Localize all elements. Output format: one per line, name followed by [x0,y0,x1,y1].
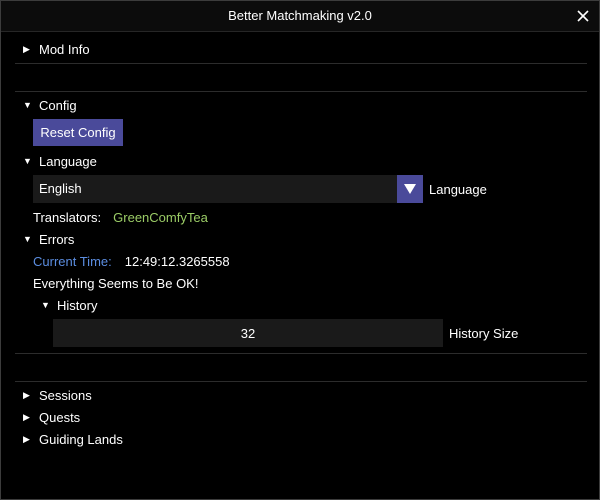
tree-node-language[interactable]: ▼ Language [23,151,97,171]
triangle-down-icon: ▼ [23,100,32,110]
current-time-label: Current Time: [33,253,112,269]
triangle-right-icon: ▶ [23,43,30,54]
error-status-text: Everything Seems to Be OK! [33,275,199,291]
tree-node-label: Guiding Lands [39,431,123,447]
error-status-row: Everything Seems to Be OK! [33,273,198,293]
translators-row: Translators: GreenComfyTea [33,207,208,227]
tree-node-label: History [57,297,98,313]
language-select[interactable]: English [33,175,423,203]
separator [15,63,587,64]
tree-node-guiding-lands[interactable]: ▶ Guiding Lands [23,429,123,449]
tree-node-label: Config [39,97,77,113]
title-bar[interactable]: Better Matchmaking v2.0 [1,1,599,32]
triangle-down-icon: ▼ [41,300,50,310]
dropdown-arrow-button[interactable] [397,175,423,203]
translators-value: GreenComfyTea [113,209,208,225]
tree-node-config[interactable]: ▼ Config [23,95,77,115]
history-size-slider[interactable]: 32 [53,319,443,347]
triangle-down-icon: ▼ [23,156,32,166]
mod-window: Better Matchmaking v2.0 ▶ Mod Info ▼ Con… [0,0,600,500]
tree-node-label: Language [39,153,97,169]
history-size-value: 32 [240,326,256,341]
triangle-right-icon: ▶ [23,411,30,422]
tree-node-label: Quests [39,409,81,425]
tree-node-label: Sessions [39,387,92,403]
window-title: Better Matchmaking v2.0 [228,8,372,23]
tree-node-errors[interactable]: ▼ Errors [23,229,74,249]
tree-node-sessions[interactable]: ▶ Sessions [23,385,92,405]
tree-node-mod-info[interactable]: ▶ Mod Info [23,39,90,59]
separator [15,91,587,92]
current-time-value: 12:49:12.3265558 [124,253,230,269]
separator [15,381,587,382]
triangle-right-icon: ▶ [23,433,30,444]
tree-node-history[interactable]: ▼ History [41,295,97,315]
close-icon [577,10,589,22]
close-button[interactable] [573,6,593,26]
tree-node-label: Errors [39,231,75,247]
reset-config-button[interactable]: Reset Config [33,119,123,146]
triangle-right-icon: ▶ [23,389,30,400]
separator [15,353,587,354]
current-time-row: Current Time: 12:49:12.3265558 [33,251,230,271]
translators-label: Translators: [33,209,102,225]
tree-node-quests[interactable]: ▶ Quests [23,407,80,427]
language-combo-label: Language [429,182,487,197]
history-size-label: History Size [449,326,519,341]
triangle-down-icon: ▼ [23,234,32,244]
language-selected-value: English [39,181,82,196]
tree-node-label: Mod Info [39,41,90,57]
chevron-down-icon [404,184,416,194]
